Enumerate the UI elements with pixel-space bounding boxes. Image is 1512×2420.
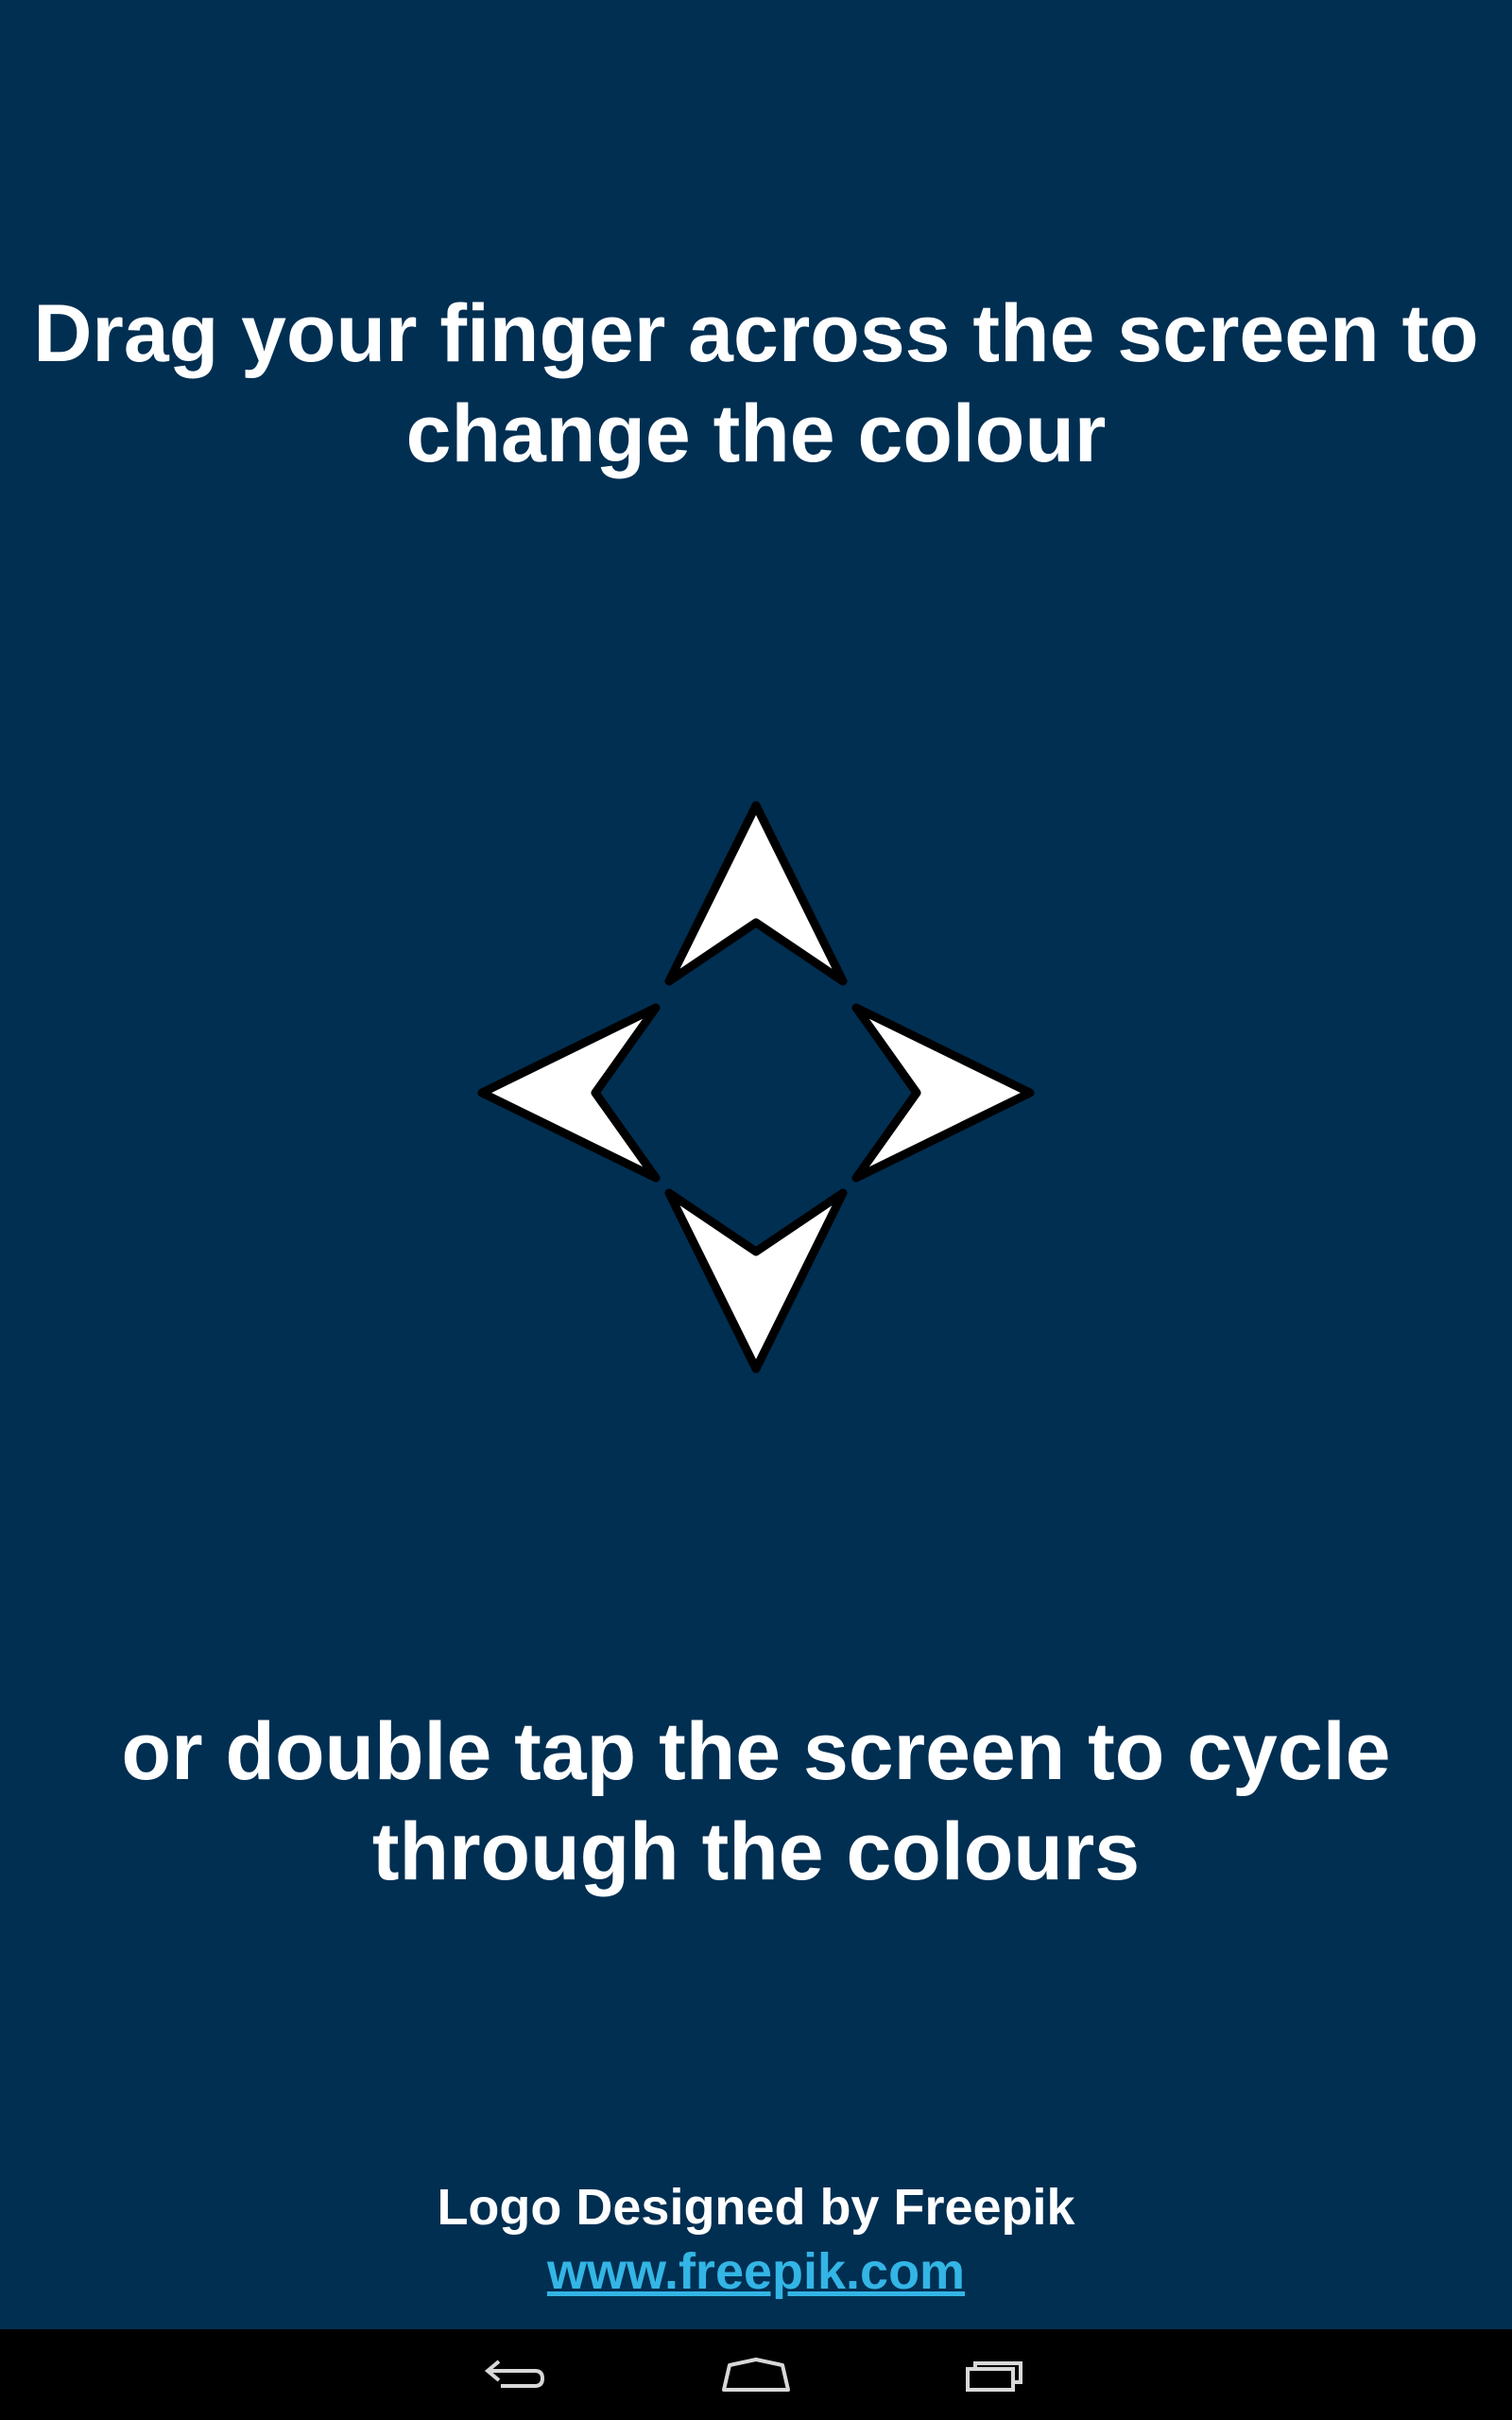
double-tap-instruction: or double tap the screen to cycle throug…	[0, 1702, 1512, 1902]
drag-instruction: Drag your finger across the screen to ch…	[0, 284, 1512, 484]
double-tap-instruction-line2: through the colours	[371, 1806, 1141, 1897]
drag-instruction-line2: change the colour	[405, 389, 1107, 479]
home-button[interactable]	[680, 2329, 832, 2420]
recent-apps-icon	[966, 2361, 1022, 2392]
recent-apps-button[interactable]	[922, 2329, 1074, 2420]
logo-credit: Logo Designed by Freepik	[437, 2179, 1075, 2236]
home-icon	[722, 2358, 790, 2392]
down-arrow-icon	[664, 1188, 848, 1374]
drag-instruction-line1: Drag your finger across the screen to	[33, 288, 1479, 379]
freepik-link-container: www.freepik.com	[0, 2240, 1512, 2303]
app-screen[interactable]: Drag your finger across the screen to ch…	[0, 0, 1512, 2420]
double-tap-instruction-line1: or double tap the screen to cycle	[121, 1706, 1391, 1797]
freepik-link[interactable]: www.freepik.com	[547, 2243, 965, 2300]
back-button[interactable]	[438, 2329, 590, 2420]
left-arrow-icon	[477, 1003, 661, 1183]
back-icon	[484, 2360, 545, 2388]
four-direction-arrows-icon	[477, 801, 1035, 1374]
up-arrow-icon	[664, 801, 848, 986]
navigation-bar	[0, 2329, 1512, 2420]
right-arrow-icon	[851, 1003, 1035, 1183]
